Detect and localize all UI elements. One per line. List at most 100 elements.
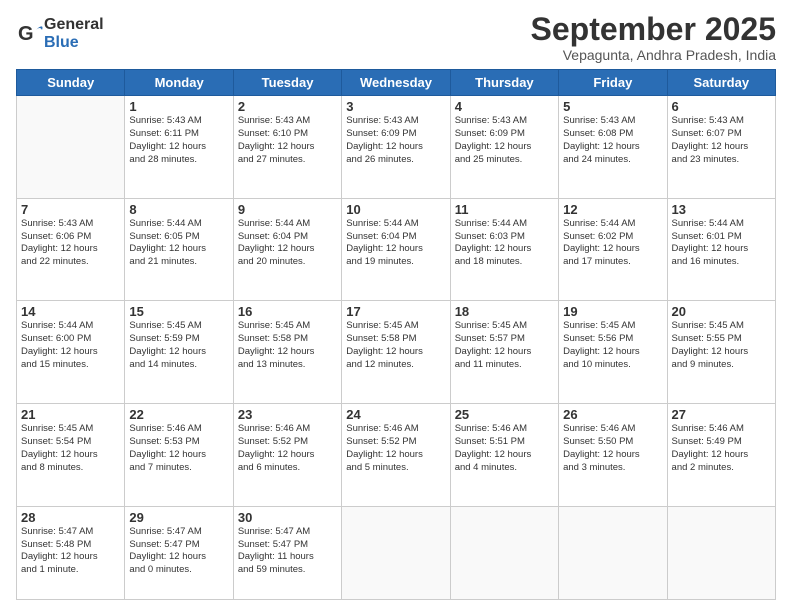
day-number: 4 (455, 99, 554, 114)
logo-general: General (44, 16, 104, 34)
day-info: Sunrise: 5:46 AM Sunset: 5:52 PM Dayligh… (346, 423, 445, 474)
day-number: 3 (346, 99, 445, 114)
day-info: Sunrise: 5:45 AM Sunset: 5:59 PM Dayligh… (129, 320, 228, 371)
day-of-week-header: Monday (125, 70, 233, 96)
calendar-day-cell: 24Sunrise: 5:46 AM Sunset: 5:52 PM Dayli… (342, 404, 450, 507)
calendar-header-row: SundayMondayTuesdayWednesdayThursdayFrid… (17, 70, 776, 96)
calendar-body: 1Sunrise: 5:43 AM Sunset: 6:11 PM Daylig… (17, 96, 776, 600)
page: G General Blue September 2025 Vepagunta,… (0, 0, 792, 612)
calendar-week-row: 14Sunrise: 5:44 AM Sunset: 6:00 PM Dayli… (17, 301, 776, 404)
day-number: 16 (238, 304, 337, 319)
day-info: Sunrise: 5:43 AM Sunset: 6:09 PM Dayligh… (346, 115, 445, 166)
calendar-day-cell: 1Sunrise: 5:43 AM Sunset: 6:11 PM Daylig… (125, 96, 233, 199)
day-number: 23 (238, 407, 337, 422)
day-of-week-header: Tuesday (233, 70, 341, 96)
day-info: Sunrise: 5:43 AM Sunset: 6:06 PM Dayligh… (21, 218, 120, 269)
header: G General Blue September 2025 Vepagunta,… (16, 12, 776, 63)
calendar-day-cell: 5Sunrise: 5:43 AM Sunset: 6:08 PM Daylig… (559, 96, 667, 199)
logo: G General Blue (16, 16, 104, 51)
day-number: 29 (129, 510, 228, 525)
day-info: Sunrise: 5:43 AM Sunset: 6:07 PM Dayligh… (672, 115, 771, 166)
calendar-day-cell: 16Sunrise: 5:45 AM Sunset: 5:58 PM Dayli… (233, 301, 341, 404)
logo-icon: G (16, 20, 44, 48)
calendar-day-cell: 20Sunrise: 5:45 AM Sunset: 5:55 PM Dayli… (667, 301, 775, 404)
calendar-day-cell: 4Sunrise: 5:43 AM Sunset: 6:09 PM Daylig… (450, 96, 558, 199)
day-info: Sunrise: 5:46 AM Sunset: 5:50 PM Dayligh… (563, 423, 662, 474)
day-info: Sunrise: 5:45 AM Sunset: 5:58 PM Dayligh… (238, 320, 337, 371)
day-number: 25 (455, 407, 554, 422)
day-info: Sunrise: 5:44 AM Sunset: 6:05 PM Dayligh… (129, 218, 228, 269)
calendar-day-cell: 27Sunrise: 5:46 AM Sunset: 5:49 PM Dayli… (667, 404, 775, 507)
day-number: 20 (672, 304, 771, 319)
day-number: 26 (563, 407, 662, 422)
day-info: Sunrise: 5:43 AM Sunset: 6:09 PM Dayligh… (455, 115, 554, 166)
day-of-week-header: Thursday (450, 70, 558, 96)
day-number: 12 (563, 202, 662, 217)
day-info: Sunrise: 5:45 AM Sunset: 5:58 PM Dayligh… (346, 320, 445, 371)
calendar-table: SundayMondayTuesdayWednesdayThursdayFrid… (16, 69, 776, 600)
day-number: 21 (21, 407, 120, 422)
day-info: Sunrise: 5:43 AM Sunset: 6:08 PM Dayligh… (563, 115, 662, 166)
calendar-day-cell: 25Sunrise: 5:46 AM Sunset: 5:51 PM Dayli… (450, 404, 558, 507)
day-info: Sunrise: 5:47 AM Sunset: 5:47 PM Dayligh… (238, 526, 337, 577)
calendar-day-cell: 3Sunrise: 5:43 AM Sunset: 6:09 PM Daylig… (342, 96, 450, 199)
calendar-week-row: 7Sunrise: 5:43 AM Sunset: 6:06 PM Daylig… (17, 198, 776, 301)
calendar-day-cell: 13Sunrise: 5:44 AM Sunset: 6:01 PM Dayli… (667, 198, 775, 301)
calendar-day-cell: 15Sunrise: 5:45 AM Sunset: 5:59 PM Dayli… (125, 301, 233, 404)
day-of-week-header: Friday (559, 70, 667, 96)
month-title: September 2025 (531, 12, 776, 47)
day-info: Sunrise: 5:44 AM Sunset: 6:00 PM Dayligh… (21, 320, 120, 371)
calendar-week-row: 28Sunrise: 5:47 AM Sunset: 5:48 PM Dayli… (17, 506, 776, 599)
day-of-week-header: Sunday (17, 70, 125, 96)
day-info: Sunrise: 5:46 AM Sunset: 5:51 PM Dayligh… (455, 423, 554, 474)
calendar-day-cell: 21Sunrise: 5:45 AM Sunset: 5:54 PM Dayli… (17, 404, 125, 507)
day-info: Sunrise: 5:44 AM Sunset: 6:02 PM Dayligh… (563, 218, 662, 269)
calendar-day-cell (667, 506, 775, 599)
day-info: Sunrise: 5:47 AM Sunset: 5:47 PM Dayligh… (129, 526, 228, 577)
calendar-week-row: 1Sunrise: 5:43 AM Sunset: 6:11 PM Daylig… (17, 96, 776, 199)
day-info: Sunrise: 5:43 AM Sunset: 6:10 PM Dayligh… (238, 115, 337, 166)
calendar-day-cell: 23Sunrise: 5:46 AM Sunset: 5:52 PM Dayli… (233, 404, 341, 507)
calendar-day-cell: 6Sunrise: 5:43 AM Sunset: 6:07 PM Daylig… (667, 96, 775, 199)
calendar-day-cell: 30Sunrise: 5:47 AM Sunset: 5:47 PM Dayli… (233, 506, 341, 599)
day-number: 17 (346, 304, 445, 319)
day-number: 13 (672, 202, 771, 217)
logo-blue: Blue (44, 34, 104, 52)
calendar-day-cell (559, 506, 667, 599)
calendar-day-cell: 12Sunrise: 5:44 AM Sunset: 6:02 PM Dayli… (559, 198, 667, 301)
day-number: 5 (563, 99, 662, 114)
day-number: 18 (455, 304, 554, 319)
day-number: 10 (346, 202, 445, 217)
day-number: 27 (672, 407, 771, 422)
day-number: 8 (129, 202, 228, 217)
calendar-day-cell: 26Sunrise: 5:46 AM Sunset: 5:50 PM Dayli… (559, 404, 667, 507)
calendar-day-cell: 22Sunrise: 5:46 AM Sunset: 5:53 PM Dayli… (125, 404, 233, 507)
calendar-day-cell: 14Sunrise: 5:44 AM Sunset: 6:00 PM Dayli… (17, 301, 125, 404)
logo-line: G General Blue (16, 16, 104, 51)
calendar-day-cell (17, 96, 125, 199)
day-info: Sunrise: 5:44 AM Sunset: 6:01 PM Dayligh… (672, 218, 771, 269)
day-number: 1 (129, 99, 228, 114)
title-section: September 2025 Vepagunta, Andhra Pradesh… (531, 12, 776, 63)
day-of-week-header: Wednesday (342, 70, 450, 96)
day-info: Sunrise: 5:44 AM Sunset: 6:04 PM Dayligh… (346, 218, 445, 269)
day-number: 2 (238, 99, 337, 114)
calendar-day-cell: 29Sunrise: 5:47 AM Sunset: 5:47 PM Dayli… (125, 506, 233, 599)
day-info: Sunrise: 5:45 AM Sunset: 5:56 PM Dayligh… (563, 320, 662, 371)
day-number: 19 (563, 304, 662, 319)
calendar-week-row: 21Sunrise: 5:45 AM Sunset: 5:54 PM Dayli… (17, 404, 776, 507)
calendar-day-cell: 18Sunrise: 5:45 AM Sunset: 5:57 PM Dayli… (450, 301, 558, 404)
day-info: Sunrise: 5:45 AM Sunset: 5:57 PM Dayligh… (455, 320, 554, 371)
day-number: 22 (129, 407, 228, 422)
calendar-day-cell: 28Sunrise: 5:47 AM Sunset: 5:48 PM Dayli… (17, 506, 125, 599)
day-number: 15 (129, 304, 228, 319)
day-number: 28 (21, 510, 120, 525)
day-info: Sunrise: 5:44 AM Sunset: 6:04 PM Dayligh… (238, 218, 337, 269)
day-number: 7 (21, 202, 120, 217)
day-info: Sunrise: 5:45 AM Sunset: 5:55 PM Dayligh… (672, 320, 771, 371)
day-info: Sunrise: 5:46 AM Sunset: 5:52 PM Dayligh… (238, 423, 337, 474)
day-number: 24 (346, 407, 445, 422)
day-number: 30 (238, 510, 337, 525)
calendar-day-cell: 19Sunrise: 5:45 AM Sunset: 5:56 PM Dayli… (559, 301, 667, 404)
calendar-day-cell (342, 506, 450, 599)
